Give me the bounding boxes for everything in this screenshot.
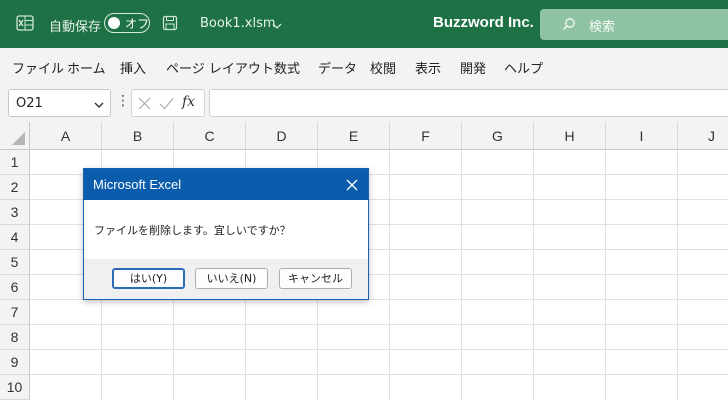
column-header-d[interactable]: D xyxy=(246,122,318,150)
menu-developer[interactable]: 開発 xyxy=(460,58,486,77)
row-header-10[interactable]: 10 xyxy=(0,375,30,400)
dialog-title: Microsoft Excel xyxy=(93,177,182,192)
row-header-7[interactable]: 7 xyxy=(0,300,30,325)
menu-page-layout[interactable]: ページ レイアウト xyxy=(166,58,274,77)
formula-input[interactable] xyxy=(209,89,728,117)
column-header-g[interactable]: G xyxy=(462,122,534,150)
column-header-e[interactable]: E xyxy=(318,122,390,150)
row-header-3[interactable]: 3 xyxy=(0,200,30,225)
column-header-h[interactable]: H xyxy=(534,122,606,150)
menu-formulas[interactable]: 数式 xyxy=(274,58,300,77)
column-header-j[interactable]: J xyxy=(678,122,728,150)
menu-insert[interactable]: 挿入 xyxy=(120,58,146,77)
row-header-8[interactable]: 8 xyxy=(0,325,30,350)
more-options-icon[interactable]: ⋮ xyxy=(116,93,130,109)
no-button[interactable]: いいえ(N) xyxy=(195,268,268,289)
autosave-state: オフ xyxy=(125,17,150,31)
toggle-knob xyxy=(108,17,120,29)
autosave-label: 自動保存 xyxy=(49,20,102,35)
formula-bar: O21 ⋮ fx xyxy=(0,84,728,122)
search-box[interactable]: 検索 xyxy=(540,9,728,40)
grid-line xyxy=(461,150,462,400)
row-header-1[interactable]: 1 xyxy=(0,150,30,175)
dialog-message: ファイルを削除します。宜しいですか？ xyxy=(94,224,291,237)
column-header-c[interactable]: C xyxy=(174,122,246,150)
row-header-9[interactable]: 9 xyxy=(0,350,30,375)
cancel-icon[interactable] xyxy=(138,97,151,114)
grid-line xyxy=(677,150,678,400)
select-all-corner[interactable] xyxy=(0,122,30,150)
grid-line xyxy=(389,150,390,400)
cancel-button[interactable]: キャンセル xyxy=(279,268,352,289)
column-header-a[interactable]: A xyxy=(30,122,102,150)
title-bar: 自動保存 オフ Book1.xlsm Buzzword Inc. 検索 xyxy=(0,0,728,48)
search-icon xyxy=(562,17,576,35)
grid-line xyxy=(30,349,728,350)
column-header-f[interactable]: F xyxy=(390,122,462,150)
autosave-toggle[interactable]: オフ xyxy=(104,13,150,33)
yes-button[interactable]: はい(Y) xyxy=(112,268,185,289)
dialog-title-bar[interactable]: Microsoft Excel xyxy=(84,169,368,200)
file-name[interactable]: Book1.xlsm xyxy=(200,16,276,31)
column-header-b[interactable]: B xyxy=(102,122,174,150)
grid-line xyxy=(533,150,534,400)
dialog-footer: はい(Y) いいえ(N) キャンセル xyxy=(84,259,368,299)
grid-line xyxy=(605,150,606,400)
enter-check-icon[interactable] xyxy=(159,97,174,114)
row-header-2[interactable]: 2 xyxy=(0,175,30,200)
menu-help[interactable]: ヘルプ xyxy=(504,58,543,77)
name-box-value: O21 xyxy=(16,96,43,111)
menu-view[interactable]: 表示 xyxy=(415,58,441,77)
formula-actions: fx xyxy=(131,89,205,117)
column-header-i[interactable]: I xyxy=(606,122,678,150)
save-icon[interactable] xyxy=(162,15,178,35)
menu-home[interactable]: ホーム xyxy=(67,58,106,77)
confirm-dialog: Microsoft Excel ファイルを削除します。宜しいですか？ はい(Y)… xyxy=(83,168,369,300)
insert-function-icon[interactable]: fx xyxy=(182,94,195,110)
excel-logo-icon xyxy=(16,14,34,36)
menu-data[interactable]: データ xyxy=(318,58,357,77)
chevron-down-icon[interactable] xyxy=(272,19,282,34)
menu-review[interactable]: 校閲 xyxy=(370,58,396,77)
ribbon-menu: ファイル ホーム 挿入 ページ レイアウト 数式 データ 校閲 表示 開発 ヘル… xyxy=(0,48,728,84)
company-name: Buzzword Inc. xyxy=(433,14,534,31)
grid-line xyxy=(30,324,728,325)
row-header-6[interactable]: 6 xyxy=(0,275,30,300)
row-header-5[interactable]: 5 xyxy=(0,250,30,275)
close-icon[interactable] xyxy=(342,175,362,195)
row-header-4[interactable]: 4 xyxy=(0,225,30,250)
name-box[interactable]: O21 xyxy=(8,89,111,117)
grid-line xyxy=(30,374,728,375)
menu-file[interactable]: ファイル xyxy=(12,58,64,77)
search-placeholder: 検索 xyxy=(589,20,616,35)
chevron-down-icon[interactable] xyxy=(94,98,104,113)
